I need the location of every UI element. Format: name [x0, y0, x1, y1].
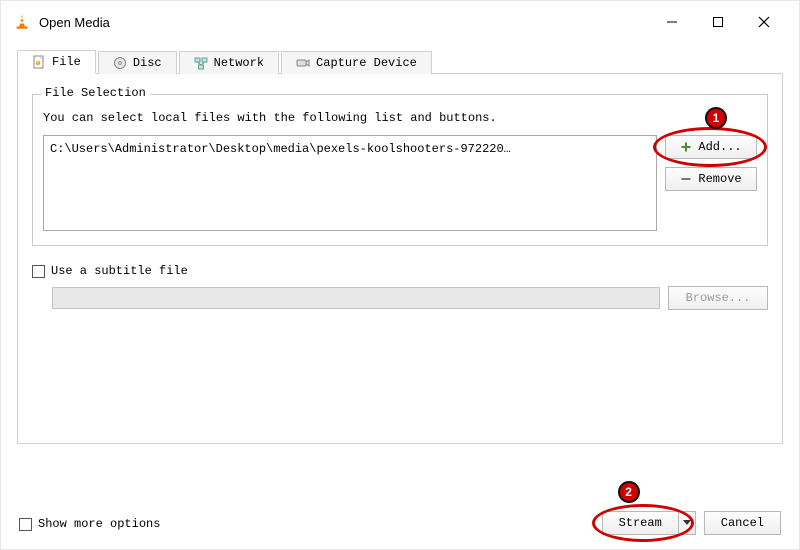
- close-button[interactable]: [741, 7, 787, 37]
- titlebar: Open Media: [7, 7, 793, 37]
- callout-badge-1: 1: [705, 107, 727, 129]
- stream-button[interactable]: Stream: [602, 511, 678, 535]
- stream-button-label: Stream: [619, 516, 662, 530]
- tab-network-label: Network: [214, 56, 264, 70]
- subtitle-row: Use a subtitle file: [32, 264, 768, 278]
- minimize-button[interactable]: [649, 7, 695, 37]
- subtitle-path-row: Browse...: [32, 286, 768, 310]
- window-controls: [649, 7, 787, 37]
- file-list[interactable]: C:\Users\Administrator\Desktop\media\pex…: [43, 135, 657, 231]
- minus-icon: [680, 173, 692, 185]
- list-item[interactable]: C:\Users\Administrator\Desktop\media\pex…: [50, 140, 650, 158]
- file-selection-description: You can select local files with the foll…: [43, 111, 757, 125]
- cancel-button-label: Cancel: [721, 516, 764, 530]
- tab-row: File Disc Network Capture Device: [17, 49, 783, 74]
- callout-badge-2: 2: [618, 481, 640, 503]
- stream-dropdown-button[interactable]: [678, 511, 696, 535]
- plus-icon: [680, 141, 692, 153]
- file-row: C:\Users\Administrator\Desktop\media\pex…: [43, 135, 757, 231]
- subtitle-path-input[interactable]: [52, 287, 660, 309]
- tab-network[interactable]: Network: [179, 51, 279, 74]
- tab-file[interactable]: File: [17, 50, 96, 74]
- vlc-cone-icon: [13, 13, 31, 31]
- tab-panel-file: File Selection You can select local file…: [17, 74, 783, 444]
- subtitle-checkbox[interactable]: [32, 265, 45, 278]
- file-icon: [32, 55, 46, 69]
- chevron-down-icon: [683, 516, 691, 530]
- file-side-buttons: 1 Add... Remove: [665, 135, 757, 191]
- callout-1-number: 1: [713, 111, 720, 125]
- more-options-row: Show more options: [19, 517, 160, 531]
- cancel-button[interactable]: Cancel: [704, 511, 781, 535]
- stream-button-wrap: 2 Stream: [602, 511, 696, 535]
- window-title: Open Media: [39, 15, 649, 30]
- dialog-body: File Disc Network Capture Device: [7, 37, 793, 454]
- browse-button[interactable]: Browse...: [668, 286, 768, 310]
- tab-disc[interactable]: Disc: [98, 51, 177, 74]
- show-more-options-checkbox[interactable]: [19, 518, 32, 531]
- network-icon: [194, 56, 208, 70]
- capture-device-icon: [296, 56, 310, 70]
- stream-split-button: Stream: [602, 511, 696, 535]
- tab-capture-label: Capture Device: [316, 56, 417, 70]
- browse-button-label: Browse...: [686, 291, 751, 305]
- disc-icon: [113, 56, 127, 70]
- tab-disc-label: Disc: [133, 56, 162, 70]
- add-button-label: Add...: [698, 140, 741, 154]
- remove-button-label: Remove: [698, 172, 741, 186]
- outer-container: Open Media File: [0, 0, 800, 550]
- tab-file-label: File: [52, 55, 81, 69]
- maximize-button[interactable]: [695, 7, 741, 37]
- callout-2-number: 2: [625, 485, 632, 499]
- file-selection-group: File Selection You can select local file…: [32, 94, 768, 246]
- remove-button[interactable]: Remove: [665, 167, 757, 191]
- show-more-options-label: Show more options: [38, 517, 160, 531]
- file-selection-legend: File Selection: [41, 86, 150, 100]
- subtitle-checkbox-label: Use a subtitle file: [51, 264, 188, 278]
- tab-capture[interactable]: Capture Device: [281, 51, 432, 74]
- add-button[interactable]: Add...: [665, 135, 757, 159]
- action-row: 2 Stream Cancel: [602, 511, 781, 535]
